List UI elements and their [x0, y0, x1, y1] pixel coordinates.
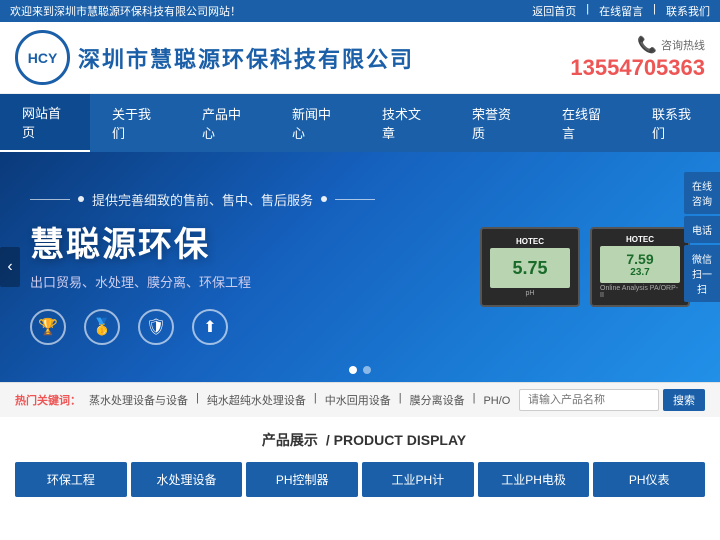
banner-dot-2[interactable]: [363, 366, 371, 374]
tab-ph-meter[interactable]: PH仪表: [593, 462, 705, 497]
sidebar-btn-phone[interactable]: 电话: [684, 216, 720, 243]
keyword-3[interactable]: 中水回用设备: [325, 392, 391, 408]
top-link-home[interactable]: 返回首页: [532, 3, 576, 19]
hot-keywords-bar: 热门关键词： 蒸水处理设备与设备 | 纯水超纯水处理设备 | 中水回用设备 | …: [0, 382, 720, 417]
company-name: 深圳市慧聪源环保科技有限公司: [78, 42, 414, 74]
banner-tagline: 提供完善细致的售前、售中、售后服务: [30, 190, 480, 209]
device2-label: Online Analysis PA/ORP-II: [600, 285, 680, 299]
banner-subtitle: 出口贸易、水处理、膜分离、环保工程: [30, 272, 480, 291]
device1-brand: HOTEC: [516, 237, 544, 246]
banner-prev-arrow[interactable]: ‹: [0, 247, 20, 287]
top-link-contact[interactable]: 联系我们: [666, 3, 710, 19]
keyword-2[interactable]: 纯水超纯水处理设备: [207, 392, 306, 408]
device-2: HOTEC 7.59 23.7 Online Analysis PA/ORP-I…: [590, 227, 690, 307]
product-section: 产品展示/ PRODUCT DISPLAY 环保工程 水处理设备 PH控制器 工…: [0, 417, 720, 509]
tab-enviro[interactable]: 环保工程: [15, 462, 127, 497]
banner-content-left: 提供完善细致的售前、售中、售后服务 慧聪源环保 出口贸易、水处理、膜分离、环保工…: [30, 190, 480, 345]
search-input[interactable]: [519, 389, 659, 411]
nav-item-honor[interactable]: 荣誉资质: [450, 95, 540, 151]
product-tabs: 环保工程 水处理设备 PH控制器 工业PH计 工业PH电极 PH仪表: [15, 462, 705, 497]
banner-icon-medal: 🥇: [84, 309, 120, 345]
hotline-area: 📞 咨询热线 13554705363: [570, 35, 705, 81]
search-button[interactable]: 搜索: [663, 389, 705, 411]
banner-dot-1[interactable]: [349, 366, 357, 374]
keywords-list: 蒸水处理设备与设备 | 纯水超纯水处理设备 | 中水回用设备 | 膜分离设备 |…: [89, 392, 511, 408]
banner-icon-shield: 🛡: [138, 309, 174, 345]
nav-item-home[interactable]: 网站首页: [0, 94, 90, 152]
device2-brand: HOTEC: [626, 235, 654, 244]
tab-industrial-ph[interactable]: 工业PH计: [362, 462, 474, 497]
tagline-dot2: [321, 196, 327, 202]
search-box: 搜索: [519, 389, 705, 411]
banner-devices: HOTEC 5.75 pH HOTEC 7.59 23.7 Online Ana…: [480, 227, 690, 307]
logo-area: 深圳市慧聪源环保科技有限公司: [15, 30, 414, 85]
keyword-5[interactable]: PH/ORP仪表: [483, 392, 511, 408]
hot-label: 热门关键词：: [15, 392, 81, 408]
banner: ‹ 提供完善细致的售前、售中、售后服务 慧聪源环保 出口贸易、水处理、膜分离、环…: [0, 152, 720, 382]
nav-item-contact[interactable]: 联系我们: [630, 95, 720, 151]
banner-pagination: [349, 366, 371, 374]
tab-ph-electrode[interactable]: 工业PH电极: [478, 462, 590, 497]
section-title: 产品展示/ PRODUCT DISPLAY: [15, 429, 705, 450]
banner-title: 慧聪源环保: [30, 217, 480, 266]
keyword-4[interactable]: 膜分离设备: [410, 392, 465, 408]
welcome-text: 欢迎来到深圳市慧聪源环保科技有限公司网站！: [10, 3, 241, 19]
tab-water[interactable]: 水处理设备: [131, 462, 243, 497]
banner-icon-up: ⬆: [192, 309, 228, 345]
phone-icon: 📞: [637, 35, 657, 55]
nav-item-tech[interactable]: 技术文章: [360, 95, 450, 151]
banner-sidebar: 在线咨询 电话 微信扫一扫: [684, 172, 720, 302]
logo-icon: [15, 30, 70, 85]
banner-icons: 🏆 🥇 🛡 ⬆: [30, 309, 480, 345]
nav-item-feedback[interactable]: 在线留言: [540, 95, 630, 151]
device1-label: pH: [526, 290, 535, 297]
top-link-message[interactable]: 在线留言: [599, 3, 643, 19]
top-bar-links: 返回首页 | 在线留言 | 联系我们: [532, 3, 710, 19]
top-bar: 欢迎来到深圳市慧聪源环保科技有限公司网站！ 返回首页 | 在线留言 | 联系我们: [0, 0, 720, 22]
device2-display: 7.59 23.7: [600, 246, 680, 283]
hotline-label: 📞 咨询热线: [570, 35, 705, 55]
tagline-dot: [78, 196, 84, 202]
nav-item-products[interactable]: 产品中心: [180, 95, 270, 151]
device1-display: 5.75: [490, 248, 570, 288]
nav-item-about[interactable]: 关于我们: [90, 95, 180, 151]
hotline-number: 13554705363: [570, 55, 705, 81]
sidebar-btn-wechat[interactable]: 微信扫一扫: [684, 245, 720, 302]
banner-icon-trophy: 🏆: [30, 309, 66, 345]
main-nav: 网站首页 关于我们 产品中心 新闻中心 技术文章 荣誉资质 在线留言 联系我们: [0, 94, 720, 152]
keyword-1[interactable]: 蒸水处理设备与设备: [89, 392, 188, 408]
header: 深圳市慧聪源环保科技有限公司 📞 咨询热线 13554705363: [0, 22, 720, 94]
sidebar-btn-chat[interactable]: 在线咨询: [684, 172, 720, 214]
tab-ph-ctrl[interactable]: PH控制器: [246, 462, 358, 497]
nav-item-news[interactable]: 新闻中心: [270, 95, 360, 151]
device-1: HOTEC 5.75 pH: [480, 227, 580, 307]
